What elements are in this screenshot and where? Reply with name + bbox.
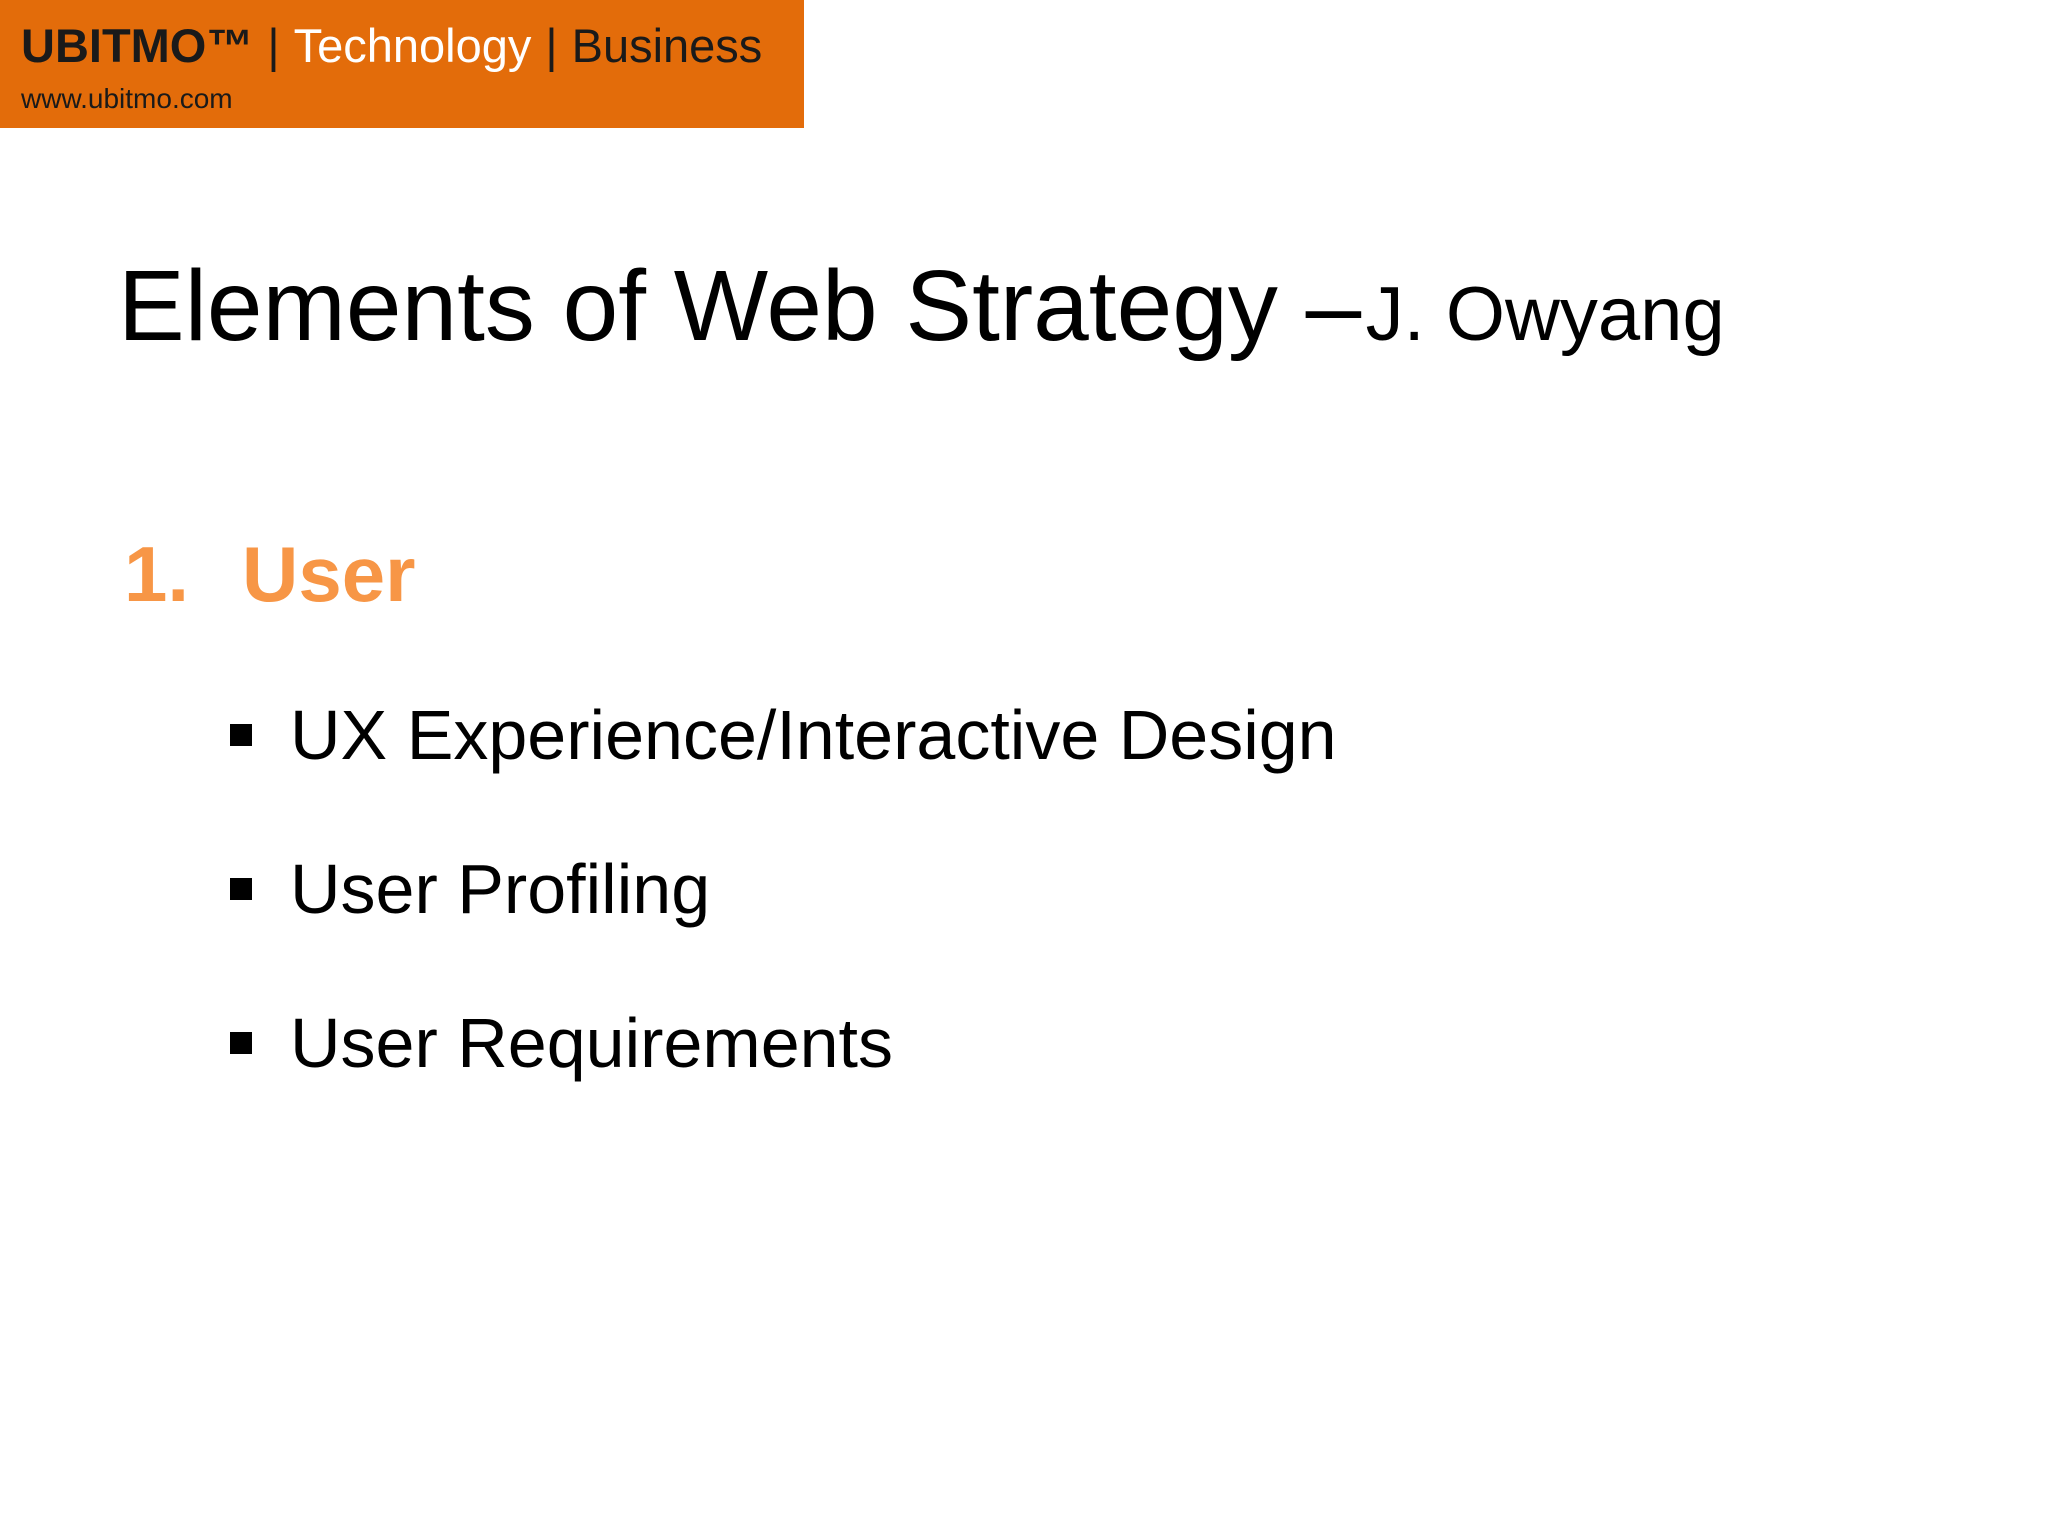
square-bullet-icon <box>230 877 252 900</box>
bullet-item: UX Experience/Interactive Design <box>230 690 1337 844</box>
section-number: 1. <box>124 530 190 618</box>
bullet-item: User Profiling <box>230 844 1337 998</box>
slide-title: Elements of Web Strategy – J. Owyang <box>118 246 1725 396</box>
bullet-list: UX Experience/Interactive Design User Pr… <box>230 690 1337 1152</box>
brand-separator: | <box>267 19 280 72</box>
square-bullet-icon <box>230 1031 252 1054</box>
section-heading: 1. User <box>124 526 415 622</box>
brand-url: www.ubitmo.com <box>21 83 233 114</box>
brand-business: Business <box>571 19 763 72</box>
bullet-text: User Profiling <box>290 850 711 928</box>
title-main: Elements of Web Strategy – <box>118 250 1362 362</box>
brand-technology: Technology <box>293 19 532 72</box>
title-author: J. Owyang <box>1365 272 1725 357</box>
brand-line: UBITMO™ | Technology | Business <box>21 18 762 74</box>
section-label: User <box>242 530 416 618</box>
brand-name: UBITMO™ <box>21 19 254 72</box>
bullet-text: UX Experience/Interactive Design <box>290 696 1337 774</box>
brand-header: UBITMO™ | Technology | Business www.ubitmo.c… <box>0 0 804 128</box>
bullet-item: User Requirements <box>230 998 1337 1152</box>
bullet-text: User Requirements <box>290 1004 893 1082</box>
brand-separator: | <box>545 19 558 72</box>
square-bullet-icon <box>230 723 252 746</box>
